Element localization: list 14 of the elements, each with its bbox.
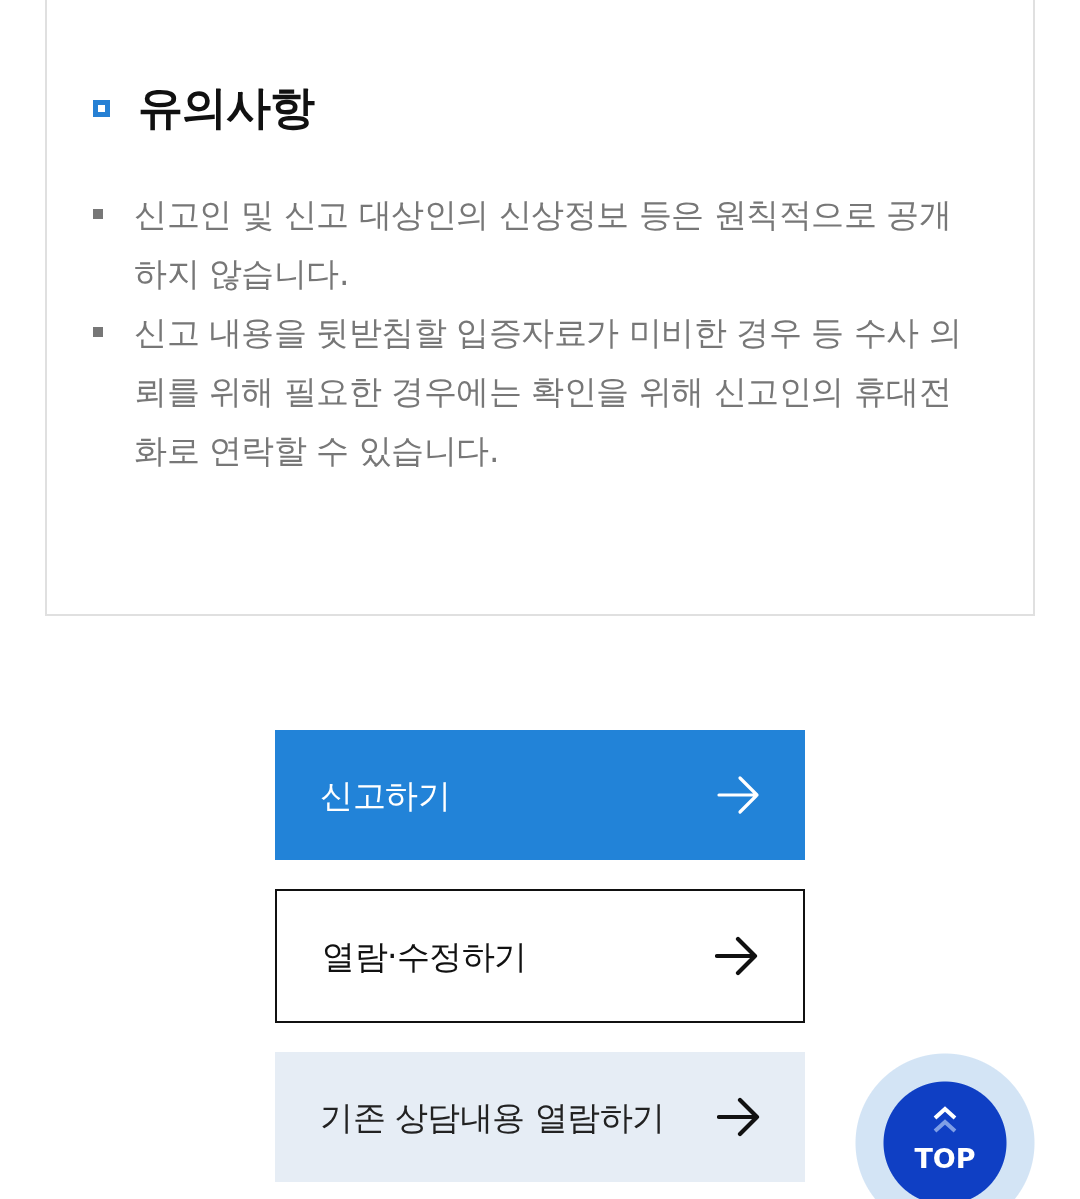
notice-title: 유의사항: [138, 80, 314, 136]
bullet-icon: [93, 327, 103, 338]
notice-text: 신고인 및 신고 대상인의 신상정보 등은 원칙적으로 공개하지 않습니다.: [134, 194, 953, 296]
arrow-icon: [715, 936, 759, 977]
action-button[interactable]: 열람·수정하기: [275, 889, 805, 1024]
square-icon: [93, 99, 110, 117]
arrow-icon: [717, 775, 761, 816]
action-button[interactable]: 기존 상담내용 열람하기: [275, 1052, 805, 1183]
top-button[interactable]: TOP: [855, 1053, 1035, 1199]
notice-text: 신고 내용을 뒷받침할 입증자료가 미비한 경우 등 수사 의뢰를 위해 필요한 경우에는 확인을 위해 신고인의 휴대전화로 연락할 수 있습니다.: [134, 312, 963, 473]
double-chevron-up-icon: [932, 1105, 958, 1135]
action-button[interactable]: 신고하기: [275, 730, 805, 861]
arrow-icon: [717, 1097, 761, 1138]
bullet-icon: [93, 209, 103, 220]
